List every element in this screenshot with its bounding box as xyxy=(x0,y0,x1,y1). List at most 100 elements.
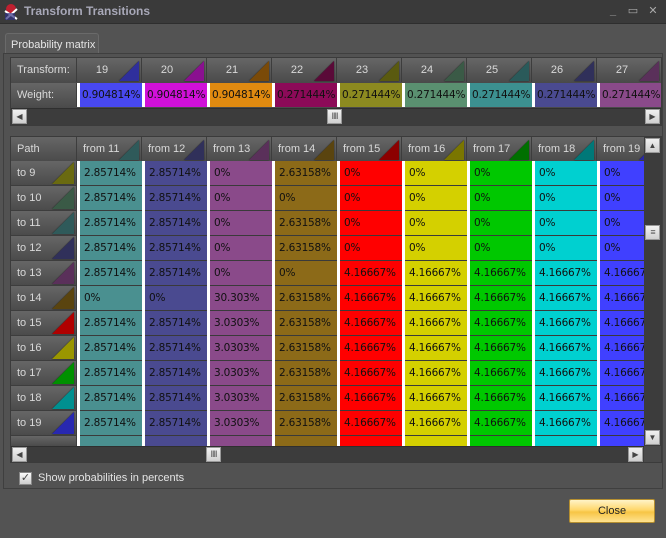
scroll-up-button[interactable]: ▲ xyxy=(645,138,660,153)
probability-cell[interactable]: 2.85714% xyxy=(145,411,207,436)
maximize-button[interactable]: ▭ xyxy=(625,4,641,18)
probability-cell[interactable]: 4.16667% xyxy=(535,336,597,361)
probability-cell[interactable]: 0% xyxy=(340,211,402,236)
probability-cell[interactable]: 0% xyxy=(80,286,142,311)
from-column-header[interactable]: from 13 xyxy=(207,137,272,161)
probability-cell[interactable]: 4.16667% xyxy=(340,386,402,411)
probability-cell[interactable]: 0% xyxy=(275,261,337,286)
probability-cell[interactable]: 4.16667% xyxy=(405,261,467,286)
path-grid-hscrollbar[interactable]: ◀ IIII ▶ xyxy=(11,446,644,462)
probability-cell[interactable]: 4.16667% xyxy=(535,361,597,386)
probability-cell[interactable]: 2.63158% xyxy=(275,211,337,236)
probability-cell[interactable]: 4.16667% xyxy=(340,361,402,386)
vscroll-thumb[interactable]: ≡ xyxy=(645,225,660,240)
hscroll-thumb[interactable]: IIII xyxy=(206,447,221,462)
probability-cell[interactable]: 2.85714% xyxy=(80,261,142,286)
probability-cell[interactable]: 0% xyxy=(210,186,272,211)
probability-cell[interactable]: 2.63158% xyxy=(275,286,337,311)
color-swatch-icon[interactable] xyxy=(574,140,594,160)
probability-cell[interactable]: 4.16667% xyxy=(470,286,532,311)
probability-cell[interactable]: 4.16667% xyxy=(405,411,467,436)
to-row-header[interactable]: to 11 xyxy=(11,211,77,236)
weight-cell[interactable]: 0.904814% xyxy=(80,83,142,107)
probability-cell[interactable]: 3.0303% xyxy=(210,311,272,336)
probability-cell[interactable]: 0% xyxy=(405,161,467,186)
probability-cell[interactable]: 2.63158% xyxy=(275,361,337,386)
probability-cell[interactable]: 2.63158% xyxy=(275,161,337,186)
minimize-button[interactable]: _ xyxy=(605,4,621,18)
transform-grid-hscrollbar[interactable]: ◀ IIII ▶ xyxy=(11,108,661,125)
probability-cell[interactable]: 2.85714% xyxy=(80,211,142,236)
probability-cell[interactable]: 2.63158% xyxy=(275,386,337,411)
probability-cell[interactable]: 4.16667% xyxy=(470,311,532,336)
probability-cell[interactable]: 3.0303% xyxy=(210,386,272,411)
color-swatch-icon[interactable] xyxy=(52,337,74,359)
probability-cell[interactable]: 0% xyxy=(405,211,467,236)
probability-cell[interactable]: 0% xyxy=(535,236,597,261)
probability-cell[interactable]: 4.16667% xyxy=(535,261,597,286)
probability-cell[interactable]: 2.63158% xyxy=(275,336,337,361)
weight-cell[interactable]: 0.271444% xyxy=(340,83,402,107)
probability-cell[interactable]: 2.85714% xyxy=(80,411,142,436)
probability-cell[interactable]: 0% xyxy=(340,186,402,211)
from-column-header[interactable]: from 16 xyxy=(402,137,467,161)
probability-cell[interactable]: 2.63158% xyxy=(275,311,337,336)
to-row-header[interactable]: to 12 xyxy=(11,236,77,261)
probability-cell[interactable]: 0% xyxy=(145,286,207,311)
probability-cell[interactable]: 2.85714% xyxy=(80,236,142,261)
to-row-header[interactable]: to 18 xyxy=(11,386,77,411)
to-row-header[interactable]: to 10 xyxy=(11,186,77,211)
probability-cell[interactable]: 4.16667% xyxy=(405,286,467,311)
probability-cell[interactable]: 4.16667% xyxy=(340,336,402,361)
probability-cell[interactable]: 0% xyxy=(210,211,272,236)
weight-cell[interactable]: 0.271444% xyxy=(600,83,661,107)
from-column-header[interactable]: from 12 xyxy=(142,137,207,161)
color-swatch-icon[interactable] xyxy=(52,187,74,209)
from-column-header[interactable]: from 17 xyxy=(467,137,532,161)
color-swatch-icon[interactable] xyxy=(52,312,74,334)
weight-cell[interactable]: 0.904814% xyxy=(145,83,207,107)
probability-cell[interactable]: 2.85714% xyxy=(145,336,207,361)
probability-cell[interactable]: 2.85714% xyxy=(80,361,142,386)
probability-cell[interactable]: 4.16667% xyxy=(405,361,467,386)
probability-cell[interactable]: 2.63158% xyxy=(275,236,337,261)
probability-cell[interactable]: 2.63158% xyxy=(275,411,337,436)
to-row-header[interactable]: to 17 xyxy=(11,361,77,386)
from-column-header[interactable]: from 18 xyxy=(532,137,597,161)
color-swatch-icon[interactable] xyxy=(52,262,74,284)
color-swatch-icon[interactable] xyxy=(52,162,74,184)
color-swatch-icon[interactable] xyxy=(249,140,269,160)
probability-cell[interactable]: 4.16667% xyxy=(340,286,402,311)
probability-cell[interactable]: 30.303% xyxy=(210,286,272,311)
scroll-right-button[interactable]: ▶ xyxy=(645,109,660,124)
from-column-header[interactable]: from 15 xyxy=(337,137,402,161)
scroll-right-button[interactable]: ▶ xyxy=(628,447,643,462)
probability-cell[interactable]: 2.85714% xyxy=(145,186,207,211)
probability-cell[interactable]: 4.16667% xyxy=(535,286,597,311)
color-swatch-icon[interactable] xyxy=(52,412,74,434)
weight-cell[interactable]: 0.271444% xyxy=(405,83,467,107)
to-row-header[interactable]: to 14 xyxy=(11,286,77,311)
probability-cell[interactable]: 2.85714% xyxy=(145,311,207,336)
to-row-header[interactable]: to 15 xyxy=(11,311,77,336)
color-swatch-icon[interactable] xyxy=(314,140,334,160)
color-swatch-icon[interactable] xyxy=(52,362,74,384)
probability-cell[interactable]: 3.0303% xyxy=(210,336,272,361)
probability-cell[interactable]: 2.85714% xyxy=(80,336,142,361)
probability-cell[interactable]: 4.16667% xyxy=(470,386,532,411)
to-row-header[interactable]: to 9 xyxy=(11,161,77,186)
scroll-left-button[interactable]: ◀ xyxy=(12,109,27,124)
probability-cell[interactable]: 2.85714% xyxy=(145,161,207,186)
probability-cell[interactable]: 0% xyxy=(210,161,272,186)
probability-cell[interactable]: 0% xyxy=(340,161,402,186)
probability-cell[interactable]: 3.0303% xyxy=(210,361,272,386)
scroll-down-button[interactable]: ▼ xyxy=(645,430,660,445)
from-column-header[interactable]: from 14 xyxy=(272,137,337,161)
probability-cell[interactable]: 2.85714% xyxy=(80,386,142,411)
color-swatch-icon[interactable] xyxy=(52,387,74,409)
probability-cell[interactable]: 0% xyxy=(210,261,272,286)
probability-cell[interactable]: 2.85714% xyxy=(80,186,142,211)
probability-cell[interactable]: 2.85714% xyxy=(145,211,207,236)
probability-cell[interactable]: 4.16667% xyxy=(470,336,532,361)
probability-cell[interactable]: 4.16667% xyxy=(340,411,402,436)
